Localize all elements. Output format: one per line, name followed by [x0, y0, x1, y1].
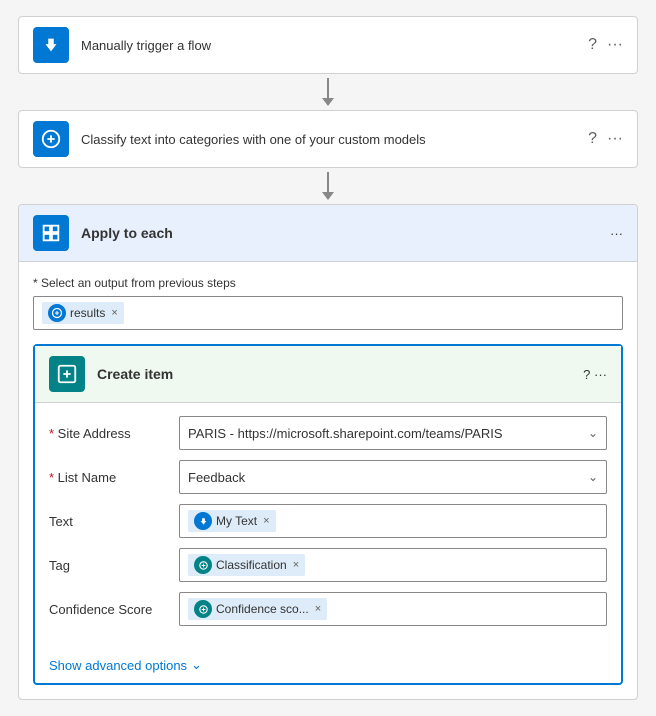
- field-tag-value[interactable]: Classification ×: [179, 548, 607, 582]
- show-advanced-button[interactable]: Show advanced options ⌄: [35, 647, 621, 683]
- field-list-name: * List Name Feedback ⌄: [49, 459, 607, 495]
- classify-icon: [33, 121, 69, 157]
- results-token-icon: [48, 304, 66, 322]
- results-token-label: results: [70, 306, 105, 320]
- show-advanced-chevron: ⌄: [191, 657, 202, 673]
- create-item-help-icon[interactable]: ?: [583, 367, 590, 382]
- field-text-value[interactable]: My Text ×: [179, 504, 607, 538]
- tag-token-close[interactable]: ×: [293, 559, 299, 571]
- results-token-close[interactable]: ×: [111, 307, 117, 319]
- select-output-input[interactable]: results ×: [33, 296, 623, 330]
- trigger-title: Manually trigger a flow: [81, 38, 588, 53]
- apply-each-header: Apply to each ···: [19, 205, 637, 262]
- tag-token-label: Classification: [216, 558, 287, 572]
- arrow-2: [322, 168, 334, 204]
- confidence-token-icon: [194, 600, 212, 618]
- text-token-close[interactable]: ×: [263, 515, 269, 527]
- text-token-label: My Text: [216, 514, 257, 528]
- text-token: My Text ×: [188, 510, 276, 532]
- classify-step: Classify text into categories with one o…: [18, 110, 638, 168]
- arrow-head-1: [322, 98, 334, 106]
- field-text: Text My Text ×: [49, 503, 607, 539]
- classify-title: Classify text into categories with one o…: [81, 132, 588, 147]
- classify-actions: ? ···: [588, 130, 623, 148]
- site-address-text: PARIS - https://microsoft.sharepoint.com…: [188, 426, 503, 441]
- site-address-chevron: ⌄: [588, 426, 598, 440]
- confidence-token-label: Confidence sco...: [216, 602, 309, 616]
- field-tag-label: Tag: [49, 558, 179, 573]
- apply-each-icon: [33, 215, 69, 251]
- tag-token-icon: [194, 556, 212, 574]
- field-text-label: Text: [49, 514, 179, 529]
- confidence-token: Confidence sco... ×: [188, 598, 327, 620]
- field-tag: Tag Classification: [49, 547, 607, 583]
- results-token: results ×: [42, 302, 124, 324]
- arrow-line-2: [327, 172, 329, 192]
- confidence-token-close[interactable]: ×: [315, 603, 321, 615]
- create-item-icon: [49, 356, 85, 392]
- field-confidence-score: Confidence Score Confidence s: [49, 591, 607, 627]
- create-item-title: Create item: [97, 366, 583, 382]
- apply-each-body: * Select an output from previous steps r…: [19, 262, 637, 699]
- create-item-card: Create item ? ··· * Site Address PARIS -…: [33, 344, 623, 685]
- field-confidence-score-value[interactable]: Confidence sco... ×: [179, 592, 607, 626]
- apply-each-more-icon[interactable]: ···: [610, 226, 623, 241]
- field-list-name-label: * List Name: [49, 470, 179, 485]
- apply-each-title: Apply to each: [81, 225, 610, 241]
- show-advanced-label: Show advanced options: [49, 658, 187, 673]
- flow-container: Manually trigger a flow ? ··· Classify t…: [16, 16, 640, 700]
- create-item-more-icon[interactable]: ···: [594, 367, 607, 382]
- trigger-actions: ? ···: [588, 36, 623, 54]
- field-site-address: * Site Address PARIS - https://microsoft…: [49, 415, 607, 451]
- apply-each-container: Apply to each ··· * Select an output fro…: [18, 204, 638, 700]
- field-confidence-score-label: Confidence Score: [49, 602, 179, 617]
- field-site-address-label: * Site Address: [49, 426, 179, 441]
- tag-token: Classification ×: [188, 554, 305, 576]
- arrow-head-2: [322, 192, 334, 200]
- arrow-line-1: [327, 78, 329, 98]
- create-item-actions: ? ···: [583, 367, 607, 382]
- classify-help-icon[interactable]: ?: [588, 130, 597, 148]
- trigger-more-icon[interactable]: ···: [607, 36, 623, 54]
- trigger-icon: [33, 27, 69, 63]
- text-token-icon: [194, 512, 212, 530]
- select-output-label: * Select an output from previous steps: [33, 276, 623, 290]
- classify-more-icon[interactable]: ···: [607, 130, 623, 148]
- arrow-1: [322, 74, 334, 110]
- field-list-name-value[interactable]: Feedback ⌄: [179, 460, 607, 494]
- create-item-header: Create item ? ···: [35, 346, 621, 403]
- list-name-text: Feedback: [188, 470, 245, 485]
- trigger-help-icon[interactable]: ?: [588, 36, 597, 54]
- list-name-chevron: ⌄: [588, 470, 598, 484]
- create-item-body: * Site Address PARIS - https://microsoft…: [35, 403, 621, 647]
- field-site-address-value[interactable]: PARIS - https://microsoft.sharepoint.com…: [179, 416, 607, 450]
- apply-each-actions: ···: [610, 226, 623, 241]
- trigger-step: Manually trigger a flow ? ···: [18, 16, 638, 74]
